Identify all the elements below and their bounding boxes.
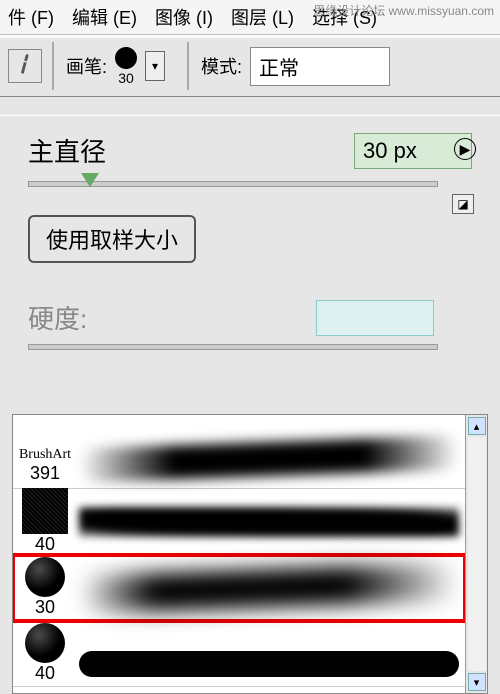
brush-preset-row-selected[interactable]: 30	[13, 555, 465, 621]
new-preset-button[interactable]: ◪	[452, 194, 474, 214]
menu-layer[interactable]: 图层 (L)	[231, 4, 294, 30]
hardness-input[interactable]	[316, 300, 434, 336]
brush-list-scrollbar[interactable]: ▴ ▾	[465, 415, 487, 693]
brush-stroke-preview	[79, 563, 459, 613]
watermark-text: 思缘设计论坛 www.missyuan.com	[313, 2, 494, 19]
mode-group: 模式: 正常	[187, 42, 402, 90]
brush-thumb-label: 40	[35, 663, 55, 684]
scroll-up-button[interactable]: ▴	[468, 417, 486, 435]
panel-flyout-button[interactable]: ▶	[454, 138, 476, 160]
brush-preset-row[interactable]: BrushArt 391	[13, 415, 465, 489]
brush-thumb-label: 30	[35, 597, 55, 618]
brush-thumb-label: 40	[35, 534, 55, 555]
scrollbar-track[interactable]	[468, 437, 486, 671]
brush-settings-panel: 主直径 30 px ▶ ◪ 使用取样大小 硬度:	[0, 115, 500, 380]
hardness-slider[interactable]	[28, 344, 438, 350]
brush-preset-row[interactable]: 40	[13, 489, 465, 555]
mode-select[interactable]: 正常	[250, 47, 390, 86]
brush-size-mini: 30	[118, 70, 134, 86]
brush-thumb-icon	[25, 623, 65, 663]
brush-preset-list: BrushArt 391 40 30 40	[12, 414, 488, 694]
scroll-down-button[interactable]: ▾	[468, 673, 486, 691]
menu-edit[interactable]: 编辑 (E)	[72, 4, 137, 30]
brush-picker-dropdown[interactable]: ▾	[145, 51, 165, 81]
brush-thumb-icon	[25, 557, 65, 597]
chevron-down-icon: ▾	[152, 59, 158, 73]
menu-image[interactable]: 图像 (I)	[155, 4, 213, 30]
use-sample-size-button[interactable]: 使用取样大小	[28, 215, 196, 263]
brush-thumb-label: 391	[30, 463, 60, 484]
brush-preset-row[interactable]: 40	[13, 621, 465, 687]
new-preset-icon: ◪	[457, 197, 468, 211]
current-tool-well[interactable]	[8, 49, 42, 83]
menu-file[interactable]: 件 (F)	[8, 4, 54, 30]
diameter-slider[interactable]	[28, 181, 438, 187]
diameter-slider-thumb[interactable]	[81, 173, 99, 187]
brush-dot-icon	[115, 47, 137, 69]
hardness-label: 硬度:	[28, 299, 87, 336]
chevron-down-icon: ▾	[474, 676, 480, 689]
play-icon: ▶	[460, 141, 471, 158]
diameter-label: 主直径	[28, 132, 106, 169]
brush-preview[interactable]: 30	[115, 47, 137, 86]
brush-stroke-preview	[79, 434, 459, 484]
options-bar: 画笔: 30 ▾ 模式: 正常	[0, 35, 500, 97]
brush-picker-group: 画笔: 30 ▾	[52, 42, 177, 90]
brush-thumb-icon: BrushArt	[19, 447, 71, 463]
brush-picker-label: 画笔:	[66, 53, 107, 79]
brush-stroke-preview	[79, 497, 459, 547]
brush-thumb-icon	[22, 488, 68, 534]
chevron-up-icon: ▴	[474, 420, 480, 433]
mode-label: 模式:	[201, 53, 242, 79]
brush-tool-icon	[10, 50, 40, 83]
